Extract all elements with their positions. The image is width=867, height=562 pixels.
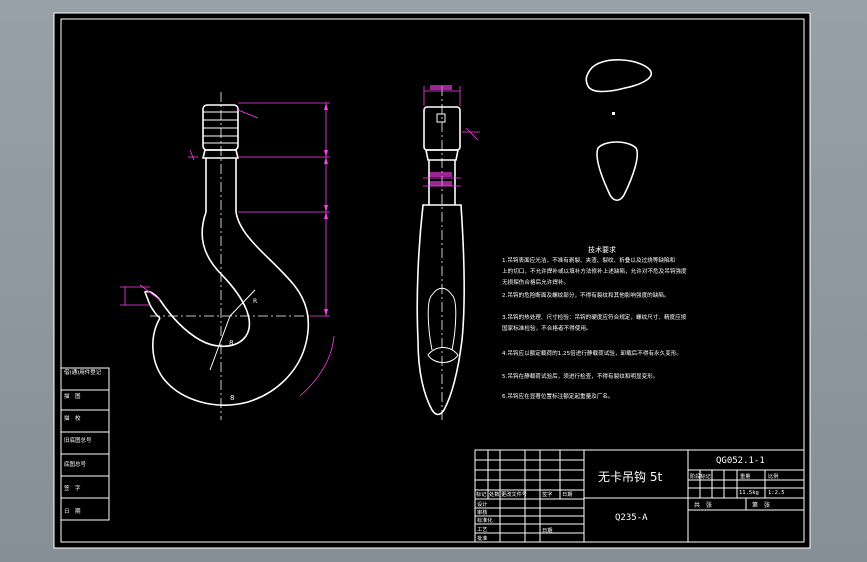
note-line: 5.吊钩在静载荷试验后，须进行检查，不得有裂纹和明显变形。 (502, 372, 658, 380)
part-material: Q235-A (615, 513, 648, 523)
stage-header: 比例 (768, 472, 778, 480)
signoff-row: 标准化 (477, 516, 493, 524)
radius-label-b: 8 (230, 394, 234, 402)
signoff-row: 审核 (477, 508, 487, 516)
section-a (585, 59, 653, 93)
rev-header: 处数 (489, 490, 500, 498)
signoff-date: 日期 (542, 527, 552, 534)
note-line: 1.吊钩表面应光洁，不准有剥裂、夹渣、裂纹、折叠以及过烧等缺陷和 (502, 256, 676, 264)
left-table-row: 描 校 (64, 414, 81, 422)
section-b (596, 141, 639, 202)
title-block: 标记 处数 更改文件号 签字 日期 设计 审核 标准化 工艺 批准 日期 无卡吊… (474, 449, 805, 543)
note-line: 2.吊钩的危险断面及螺纹部分，不得有裂纹和其他影响强度的缺陷。 (502, 291, 670, 299)
note-line: 6.吊钩应在显著位置标注额定起重量及厂名。 (502, 392, 614, 400)
radius-label-a: 8 (229, 339, 233, 347)
left-table-row: 底图总号 (64, 460, 87, 468)
left-table-row: 签 字 (64, 484, 81, 492)
stage-header: 重量 (740, 472, 750, 480)
hook-side-view (416, 85, 480, 420)
sheet-number: 第 张 (752, 501, 770, 509)
rev-header: 标记 (476, 490, 486, 498)
left-table-row: 旧底图总号 (64, 436, 92, 444)
stage-header: 阶段标记 (690, 472, 711, 480)
cad-viewport[interactable]: 8 8 R 技术要求 1.吊钩表面应光洁，不准有剥裂、夹渣、裂纹、折叠以及过烧等… (0, 0, 867, 562)
signoff-row: 批准 (477, 534, 487, 542)
rev-header: 签字 (542, 490, 552, 498)
rev-header: 日期 (562, 491, 572, 498)
hook-outer-curve (152, 211, 310, 406)
part-title: 无卡吊钩 5t (598, 470, 662, 484)
hook-inner-curve (143, 211, 251, 348)
hook-front-view: 8 8 R (120, 92, 335, 420)
note-line: 无损探伤合格后允许焊补。 (502, 278, 569, 286)
notes-heading: 技术要求 (588, 245, 616, 254)
note-line: 国家标准检验，不合格者不得使用。 (502, 324, 592, 332)
left-table-row: 描 图 (64, 392, 81, 400)
signoff-row: 工艺 (477, 526, 487, 533)
left-table-row: 借(通)用件登记 (64, 368, 102, 376)
sheet-total: 共 张 (694, 501, 712, 509)
drawing-canvas: 8 8 R 技术要求 1.吊钩表面应光洁，不准有剥裂、夹渣、裂纹、折叠以及过烧等… (53, 12, 811, 549)
left-record-table: 借(通)用件登记 描 图 描 校 旧底图总号 底图总号 签 字 日 期 (60, 367, 110, 521)
drawing-number: QG052.1-1 (716, 456, 765, 466)
rev-header: 更改文件号 (501, 490, 527, 498)
note-line: 3.吊钩的热处理、尺寸检验：吊钩的硬度应符合规定，螺纹尺寸、精度应按 (502, 313, 687, 321)
scale-value: 1:2.5 (768, 490, 785, 496)
sheet-inner-frame (60, 18, 805, 543)
weight-value: 11.5kg (739, 490, 759, 496)
left-table-row: 日 期 (64, 508, 81, 515)
side-hook-body (416, 204, 466, 416)
note-line: 4.吊钩应以额定载荷的1.25倍进行静载荷试验，卸载后不得有永久变形。 (502, 349, 682, 357)
signoff-row: 设计 (477, 500, 487, 508)
radius-label-c: R (253, 298, 257, 305)
technical-notes: 技术要求 1.吊钩表面应光洁，不准有剥裂、夹渣、裂纹、折叠以及过烧等缺陷和 上的… (502, 245, 687, 400)
note-line: 上的切口，不允许焊补或以填补方法修补上述缺陷，允许对不危及吊钩强度 (502, 267, 687, 275)
sheet-outer-frame (53, 12, 811, 549)
